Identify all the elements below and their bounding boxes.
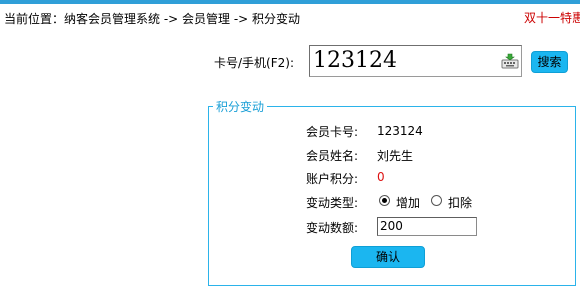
points-label: 账户积分: — [306, 172, 359, 186]
member-no-label: 会员卡号: — [306, 125, 359, 139]
radio-deduct[interactable] — [431, 195, 442, 206]
member-name-label: 会员姓名: — [306, 149, 359, 163]
card-number-input[interactable]: 123124 — [309, 45, 522, 77]
member-name-value: 刘先生 — [377, 149, 414, 163]
panel-legend: 积分变动 — [213, 98, 268, 115]
promo-text[interactable]: 双十一特惠 — [524, 9, 580, 26]
points-value: 0 — [377, 170, 385, 184]
top-accent-bar — [0, 0, 580, 4]
page: 当前位置：纳客会员管理系统 -> 会员管理 -> 积分变动 双十一特惠 卡号/手… — [0, 0, 580, 292]
radio-increase-label[interactable]: 增加 — [396, 194, 420, 211]
change-type-label: 变动类型: — [306, 196, 359, 210]
keyboard-icon[interactable] — [501, 52, 519, 70]
radio-increase[interactable] — [379, 195, 390, 206]
confirm-button[interactable]: 确认 — [351, 246, 425, 268]
amount-input[interactable]: 200 — [377, 217, 477, 236]
search-button[interactable]: 搜索 — [531, 51, 568, 73]
amount-label: 变动数额: — [306, 221, 359, 235]
radio-deduct-label[interactable]: 扣除 — [448, 194, 472, 211]
member-no-value: 123124 — [377, 124, 423, 138]
breadcrumb: 当前位置：纳客会员管理系统 -> 会员管理 -> 积分变动 — [4, 12, 301, 26]
card-number-label: 卡号/手机(F2): — [214, 56, 294, 70]
